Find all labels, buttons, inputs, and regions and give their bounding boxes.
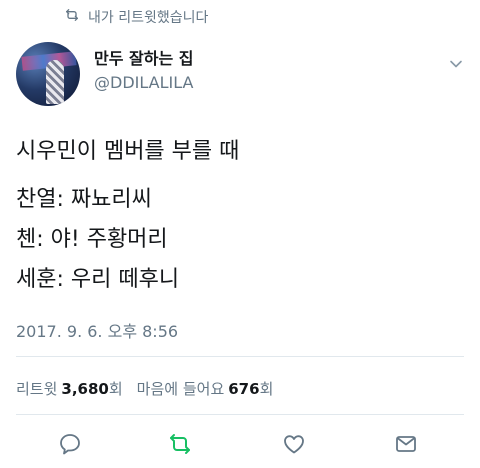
author-display-name[interactable]: 만두 잘하는 집 <box>94 48 193 70</box>
likes-label[interactable]: 마음에 들어요 <box>137 378 225 399</box>
divider <box>16 356 464 357</box>
tweet-stats: 리트윗 3,680 회 마음에 들어요 676 회 <box>16 378 273 399</box>
retweets-count[interactable]: 3,680 <box>61 380 108 398</box>
tweet-line: 시우민이 멤버를 부를 때 <box>16 139 240 164</box>
retweets-unit: 회 <box>108 380 123 398</box>
tweet-line: 찬열: 짜뇨리씨 <box>16 187 152 212</box>
envelope-icon <box>396 436 416 452</box>
like-button[interactable] <box>280 430 308 458</box>
likes-count[interactable]: 676 <box>228 380 259 398</box>
retweets-label[interactable]: 리트윗 <box>16 378 57 399</box>
heart-icon <box>284 435 304 454</box>
author-handle[interactable]: @DDILALILA <box>94 72 193 94</box>
retweet-indicator-label: 내가 리트윗했습니다 <box>88 10 209 26</box>
retweet-button[interactable] <box>166 430 194 458</box>
reply-icon <box>60 434 80 455</box>
tweet-text: 시우민이 멤버를 부를 때 찬열: 짜뇨리씨 첸: 야! 주황머리 세훈: 우리… <box>16 138 466 306</box>
reply-button[interactable] <box>56 430 84 458</box>
chevron-down-icon[interactable] <box>448 56 464 72</box>
divider <box>16 414 464 415</box>
message-button[interactable] <box>392 430 420 458</box>
tweet-timestamp[interactable]: 2017. 9. 6. 오후 8:56 <box>16 318 178 342</box>
tweet-line: 세훈: 우리 떼후니 <box>16 267 180 292</box>
retweet-icon <box>170 434 190 454</box>
likes-unit: 회 <box>259 380 274 398</box>
tweet-author[interactable]: 만두 잘하는 집 @DDILALILA <box>16 42 193 106</box>
retweet-icon <box>64 7 80 27</box>
tweet-line: 첸: 야! 주황머리 <box>16 227 168 252</box>
retweet-indicator: 내가 리트윗했습니다 <box>64 6 208 28</box>
avatar[interactable] <box>16 42 80 106</box>
action-bar <box>0 424 480 464</box>
